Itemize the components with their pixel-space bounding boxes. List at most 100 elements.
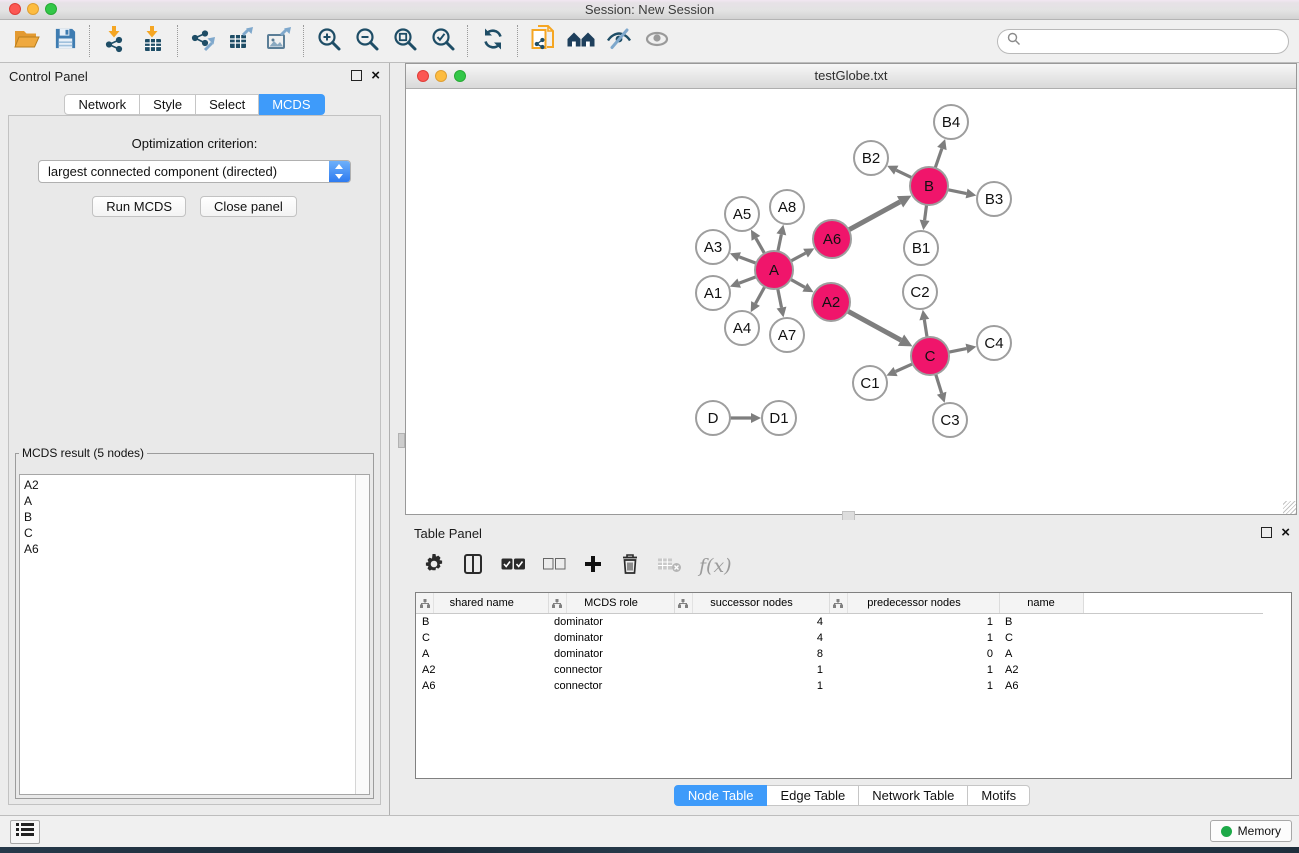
export-image-button[interactable]: [260, 23, 298, 59]
function-builder-button[interactable]: f(x): [699, 555, 732, 577]
edge-C-C4[interactable]: [949, 349, 967, 353]
column-header-successor-nodes[interactable]: successor nodes: [674, 593, 829, 614]
memory-button[interactable]: Memory: [1210, 820, 1292, 842]
column-header-name[interactable]: name: [999, 593, 1083, 614]
show-column-button[interactable]: [462, 553, 484, 580]
edge-A-A1[interactable]: [739, 277, 756, 283]
tab-motifs[interactable]: Motifs: [968, 785, 1030, 806]
table-row[interactable]: Bdominator41B: [416, 614, 1263, 631]
table-panel-title: Table Panel: [414, 526, 482, 541]
export-network-button[interactable]: [184, 23, 222, 59]
optimization-criterion-label: Optimization criterion:: [9, 136, 380, 151]
mcds-result-item[interactable]: A6: [24, 541, 369, 557]
home-button[interactable]: [562, 23, 600, 59]
edge-A-A3[interactable]: [739, 257, 756, 263]
column-header-predecessor-nodes[interactable]: predecessor nodes: [829, 593, 999, 614]
window-titlebar: Session: New Session: [0, 0, 1299, 20]
delete-column-button[interactable]: [620, 552, 640, 580]
show-button[interactable]: [638, 23, 676, 59]
network-window-titlebar[interactable]: testGlobe.txt: [406, 64, 1296, 89]
zoom-out-button[interactable]: [348, 23, 386, 59]
save-session-button[interactable]: [46, 23, 84, 59]
edge-A2-C[interactable]: [848, 311, 901, 340]
run-mcds-button[interactable]: Run MCDS: [92, 196, 186, 217]
edge-B-B4[interactable]: [935, 148, 942, 168]
column-header-shared-name[interactable]: shared name: [416, 593, 548, 614]
edge-B-B2[interactable]: [896, 170, 912, 178]
toolbar-separator: [303, 25, 305, 57]
export-table-button[interactable]: [222, 23, 260, 59]
network-graph[interactable]: B4B2BB3A8A5A6A3B1AC2A1A2A4A7C4CC1DC3D1: [406, 89, 1296, 514]
zoom-in-button[interactable]: [310, 23, 348, 59]
criterion-value: largest connected component (directed): [48, 164, 277, 179]
task-history-button[interactable]: [10, 820, 40, 844]
tab-mcds[interactable]: MCDS: [259, 94, 324, 115]
edge-B-B3[interactable]: [948, 190, 967, 194]
open-session-button[interactable]: [8, 23, 46, 59]
vertical-scrollbar-thumb[interactable]: [398, 433, 405, 448]
refresh-button[interactable]: [474, 23, 512, 59]
tab-select[interactable]: Select: [196, 94, 259, 115]
edge-A6-B[interactable]: [849, 202, 900, 230]
table-row[interactable]: A6connector11A6: [416, 678, 1263, 694]
close-panel-icon[interactable]: ×: [371, 70, 380, 81]
open-folder-icon: [12, 26, 42, 57]
column-header-mcds-role[interactable]: MCDS role: [548, 593, 674, 614]
float-panel-icon[interactable]: [351, 70, 362, 81]
column-type-icon: [549, 593, 567, 613]
close-table-panel-icon[interactable]: ×: [1281, 527, 1290, 538]
table-row[interactable]: A2connector11A2: [416, 662, 1263, 678]
float-table-panel-icon[interactable]: [1261, 527, 1272, 538]
zoom-in-icon: [316, 26, 342, 57]
edge-arrowhead-icon: [937, 139, 946, 150]
zoom-fit-button[interactable]: [386, 23, 424, 59]
mcds-result-list[interactable]: A2ABCA6: [19, 474, 370, 795]
node-label-D1: D1: [769, 410, 788, 427]
mcds-result-item[interactable]: B: [24, 509, 369, 525]
delete-table-icon: [657, 555, 682, 578]
tab-network-table[interactable]: Network Table: [859, 785, 968, 806]
edge-B-B1[interactable]: [925, 205, 927, 220]
network-canvas[interactable]: B4B2BB3A8A5A6A3B1AC2A1A2A4A7C4CC1DC3D1: [406, 89, 1296, 514]
tab-edge-table[interactable]: Edge Table: [767, 785, 859, 806]
node-label-C1: C1: [860, 375, 879, 392]
edge-A-A6[interactable]: [791, 253, 806, 261]
control-panel-title: Control Panel: [9, 69, 88, 84]
table-settings-button[interactable]: [423, 553, 445, 580]
edge-A-A8[interactable]: [778, 234, 782, 251]
unselect-all-columns-button[interactable]: [543, 557, 566, 575]
import-network-button[interactable]: [96, 23, 134, 59]
trash-icon: [620, 552, 640, 580]
search-field[interactable]: [997, 29, 1289, 54]
node-label-B4: B4: [942, 114, 960, 131]
mcds-result-item[interactable]: A2: [24, 477, 369, 493]
import-table-button[interactable]: [134, 23, 172, 59]
result-scrollbar[interactable]: [355, 475, 369, 794]
edge-A-A5[interactable]: [756, 238, 765, 253]
edge-arrowhead-icon: [937, 392, 947, 403]
edge-C-C1[interactable]: [896, 364, 913, 372]
criterion-select[interactable]: largest connected component (directed): [38, 160, 351, 183]
mcds-result-item[interactable]: A: [24, 493, 369, 509]
mcds-result-item[interactable]: C: [24, 525, 369, 541]
edge-A-A2[interactable]: [791, 279, 805, 287]
delete-table-button[interactable]: [657, 555, 682, 578]
search-input[interactable]: [1026, 34, 1288, 50]
hide-button[interactable]: [600, 23, 638, 59]
select-all-columns-button[interactable]: [501, 557, 526, 576]
resize-grip-icon[interactable]: [1283, 501, 1296, 514]
open-browser-button[interactable]: [524, 23, 562, 59]
table-row[interactable]: Adominator80A: [416, 646, 1263, 662]
table-row[interactable]: Cdominator41C: [416, 630, 1263, 646]
node-table[interactable]: shared nameMCDS rolesuccessor nodesprede…: [415, 592, 1292, 779]
edge-C-C3[interactable]: [936, 374, 942, 393]
tab-node-table[interactable]: Node Table: [674, 785, 768, 806]
zoom-selected-button[interactable]: [424, 23, 462, 59]
edge-C-C2[interactable]: [924, 320, 927, 338]
tab-network[interactable]: Network: [64, 94, 140, 115]
tab-style[interactable]: Style: [140, 94, 196, 115]
close-panel-button[interactable]: Close panel: [200, 196, 297, 217]
create-column-button[interactable]: [583, 554, 603, 579]
edge-A-A4[interactable]: [756, 287, 765, 304]
edge-A-A7[interactable]: [778, 289, 782, 308]
